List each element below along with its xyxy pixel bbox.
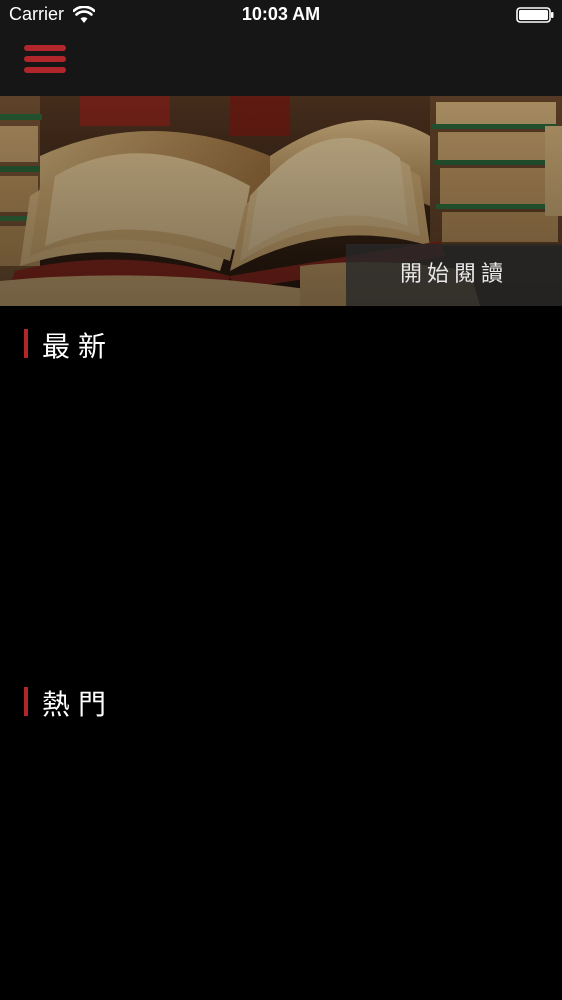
status-bar: Carrier 10:03 AM xyxy=(0,0,562,30)
banner: 開始閱讀 xyxy=(0,96,562,306)
section-accent-bar xyxy=(24,329,28,358)
hamburger-menu-icon[interactable] xyxy=(22,44,68,78)
section-title-latest: 最新 xyxy=(42,330,115,363)
menu-line xyxy=(24,56,66,62)
section-title-popular: 熱門 xyxy=(42,688,115,721)
start-reading-button[interactable]: 開始閱讀 xyxy=(346,244,562,306)
status-time: 10:03 AM xyxy=(241,4,321,24)
menu-line xyxy=(24,67,66,73)
battery-icon xyxy=(516,7,554,23)
nav-bar xyxy=(0,30,562,96)
menu-line xyxy=(24,45,66,51)
section-accent-bar xyxy=(24,687,28,716)
